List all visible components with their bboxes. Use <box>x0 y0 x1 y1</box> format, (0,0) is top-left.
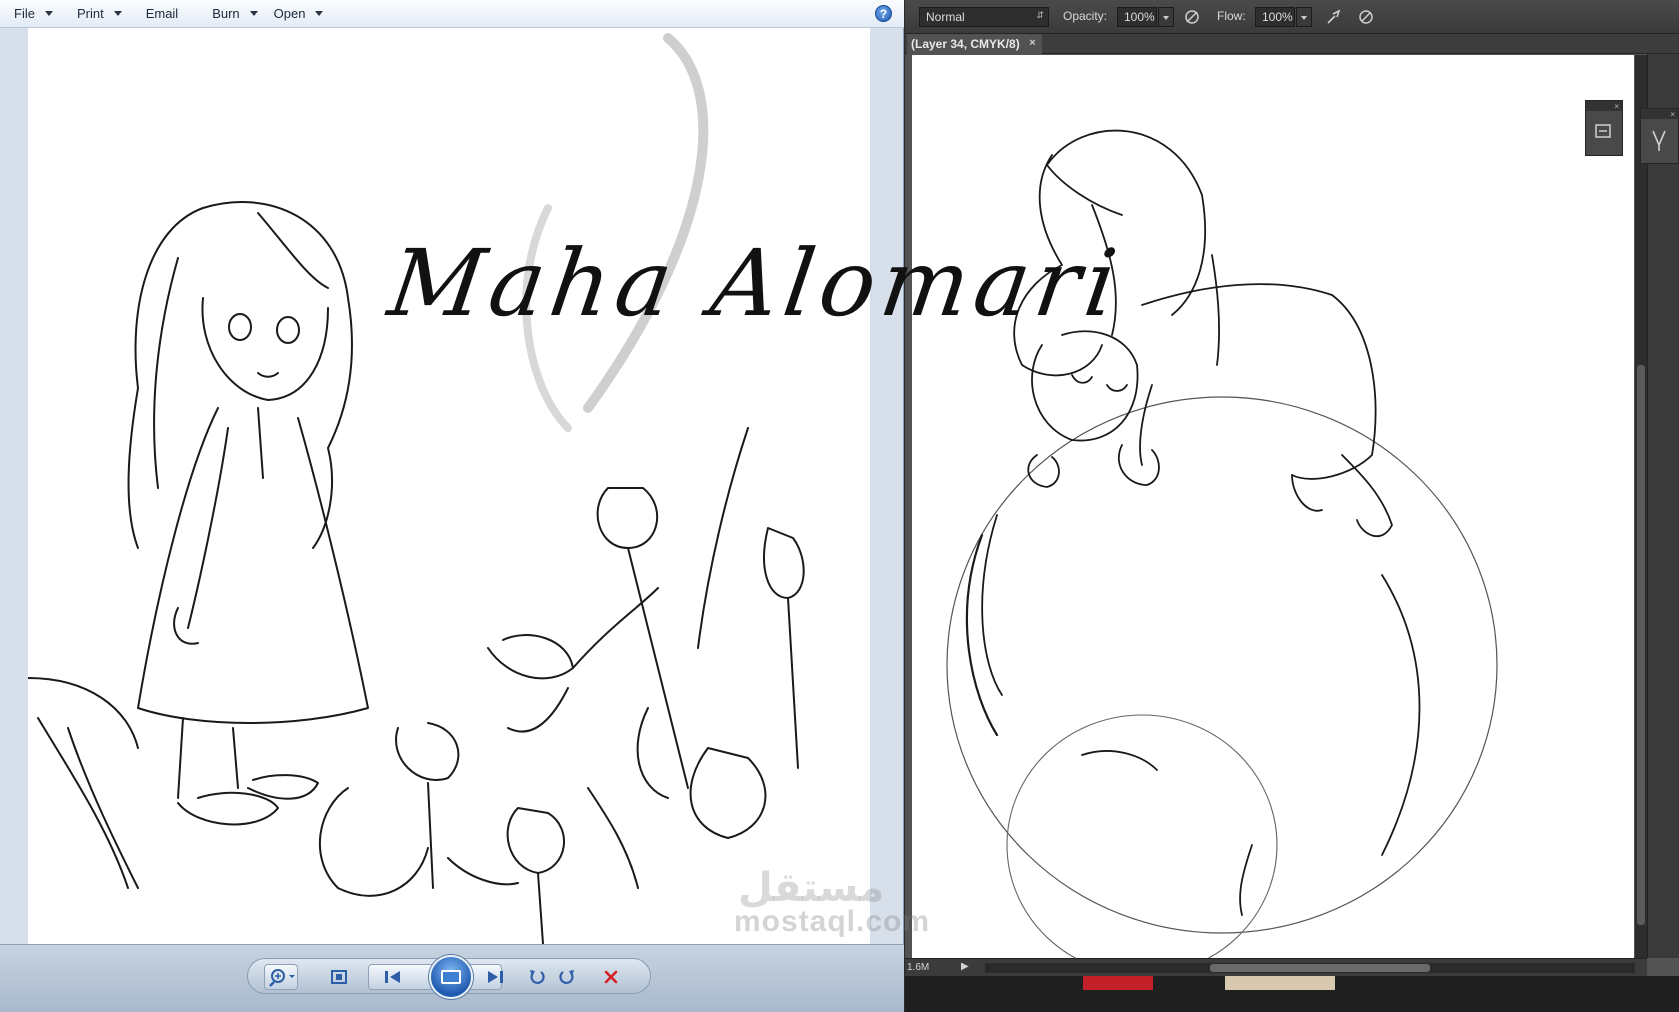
opacity-input[interactable]: 100% <box>1117 7 1157 27</box>
document-tab-bar: (Layer 34, CMYK/8) × <box>905 34 1679 54</box>
next-button[interactable] <box>480 965 510 989</box>
menu-burn[interactable]: Burn <box>206 3 267 25</box>
chevron-down-icon <box>315 11 324 16</box>
rotate-left-button[interactable] <box>524 965 550 989</box>
history-panel-icon <box>1595 124 1611 138</box>
close-icon[interactable]: × <box>1641 109 1678 119</box>
viewer-toolbar <box>247 955 651 999</box>
chevron-down-icon <box>113 11 122 16</box>
panel-stub-1[interactable]: × <box>1585 100 1623 156</box>
photoshop-window: Normal ⇵ Opacity: 100% Flow: 100% (Layer … <box>905 0 1679 1012</box>
viewer-menu-bar: File Print Email Burn Open ? <box>0 0 904 28</box>
options-bar: Normal ⇵ Opacity: 100% Flow: 100% <box>905 0 1679 34</box>
actual-size-icon <box>331 970 347 984</box>
pressure-size-button[interactable] <box>1355 6 1377 28</box>
previous-button[interactable] <box>378 965 408 989</box>
flow-value: 100% <box>1262 10 1293 24</box>
panel-stub-2[interactable]: × <box>1640 108 1679 164</box>
vertical-scroll-thumb[interactable] <box>1637 365 1645 925</box>
desktop: File Print Email Burn Open ? Normal ⇵ Op… <box>0 0 1679 1012</box>
document-tab-title: (Layer 34, CMYK/8) <box>911 37 1020 51</box>
close-icon[interactable]: × <box>1029 37 1035 49</box>
status-bar: 1.6M ▶ <box>905 958 1647 976</box>
blend-mode-select[interactable]: Normal ⇵ <box>919 7 1049 27</box>
airbrush-icon <box>1327 9 1341 24</box>
help-icon[interactable]: ? <box>875 5 892 22</box>
menu-email-label: Email <box>145 6 179 21</box>
rotate-right-icon <box>559 970 574 984</box>
vertical-scrollbar[interactable] <box>1635 55 1647 958</box>
horizontal-scrollbar[interactable] <box>985 963 1635 973</box>
zoom-icon <box>269 969 295 987</box>
menu-open-label: Open <box>273 6 306 21</box>
chevron-down-icon <box>249 11 258 16</box>
horizontal-scroll-thumb[interactable] <box>1210 964 1430 972</box>
slideshow-icon <box>441 970 461 984</box>
delete-icon <box>604 970 618 984</box>
menu-email[interactable]: Email <box>140 3 189 25</box>
viewer-toolbar-area <box>0 944 904 1012</box>
taskbar-strip <box>905 976 1679 1012</box>
menu-burn-label: Burn <box>212 6 240 21</box>
spinner-icon: ⇵ <box>1036 10 1044 20</box>
girl-bubble-line-art <box>946 129 1498 958</box>
opacity-label: Opacity: <box>1063 9 1108 23</box>
menu-file[interactable]: File <box>8 3 63 25</box>
pressure-size-icon <box>1359 10 1373 24</box>
document-canvas[interactable] <box>912 55 1634 958</box>
document-tab[interactable]: (Layer 34, CMYK/8) × <box>907 34 1042 54</box>
pressure-icon <box>1185 10 1199 24</box>
photo-display <box>28 28 870 944</box>
slideshow-button[interactable] <box>429 955 473 999</box>
airbrush-button[interactable] <box>1323 6 1345 28</box>
status-arrow-icon[interactable]: ▶ <box>961 961 969 972</box>
menu-print-label: Print <box>76 6 104 21</box>
flow-label: Flow: <box>1217 9 1246 23</box>
opacity-value: 100% <box>1124 10 1155 24</box>
previous-icon <box>385 971 400 983</box>
blend-mode-value: Normal <box>926 10 965 24</box>
taskbar-thumbnail[interactable] <box>1083 976 1153 990</box>
rotate-right-button[interactable] <box>554 965 580 989</box>
tools-panel-icon <box>1652 130 1666 151</box>
flow-dropdown[interactable] <box>1296 7 1312 27</box>
chevron-down-icon <box>44 11 53 16</box>
document-size: 1.6M <box>907 962 930 973</box>
menu-open[interactable]: Open <box>268 3 334 25</box>
panel-dock <box>1647 54 1679 958</box>
taskbar-thumbnail[interactable] <box>1225 976 1335 990</box>
zoom-button[interactable] <box>264 964 298 990</box>
girl-flowers-line-art <box>28 33 805 944</box>
delete-button[interactable] <box>598 965 624 989</box>
photo-viewer-window: File Print Email Burn Open ? <box>0 0 904 1012</box>
menu-file-label: File <box>14 6 35 21</box>
actual-size-button[interactable] <box>326 965 352 989</box>
next-icon <box>488 971 503 983</box>
pressure-opacity-button[interactable] <box>1181 6 1203 28</box>
rotate-left-icon <box>530 970 545 984</box>
menu-print[interactable]: Print <box>71 3 132 25</box>
flow-input[interactable]: 100% <box>1255 7 1295 27</box>
close-icon[interactable]: × <box>1586 101 1622 111</box>
opacity-dropdown[interactable] <box>1158 7 1174 27</box>
